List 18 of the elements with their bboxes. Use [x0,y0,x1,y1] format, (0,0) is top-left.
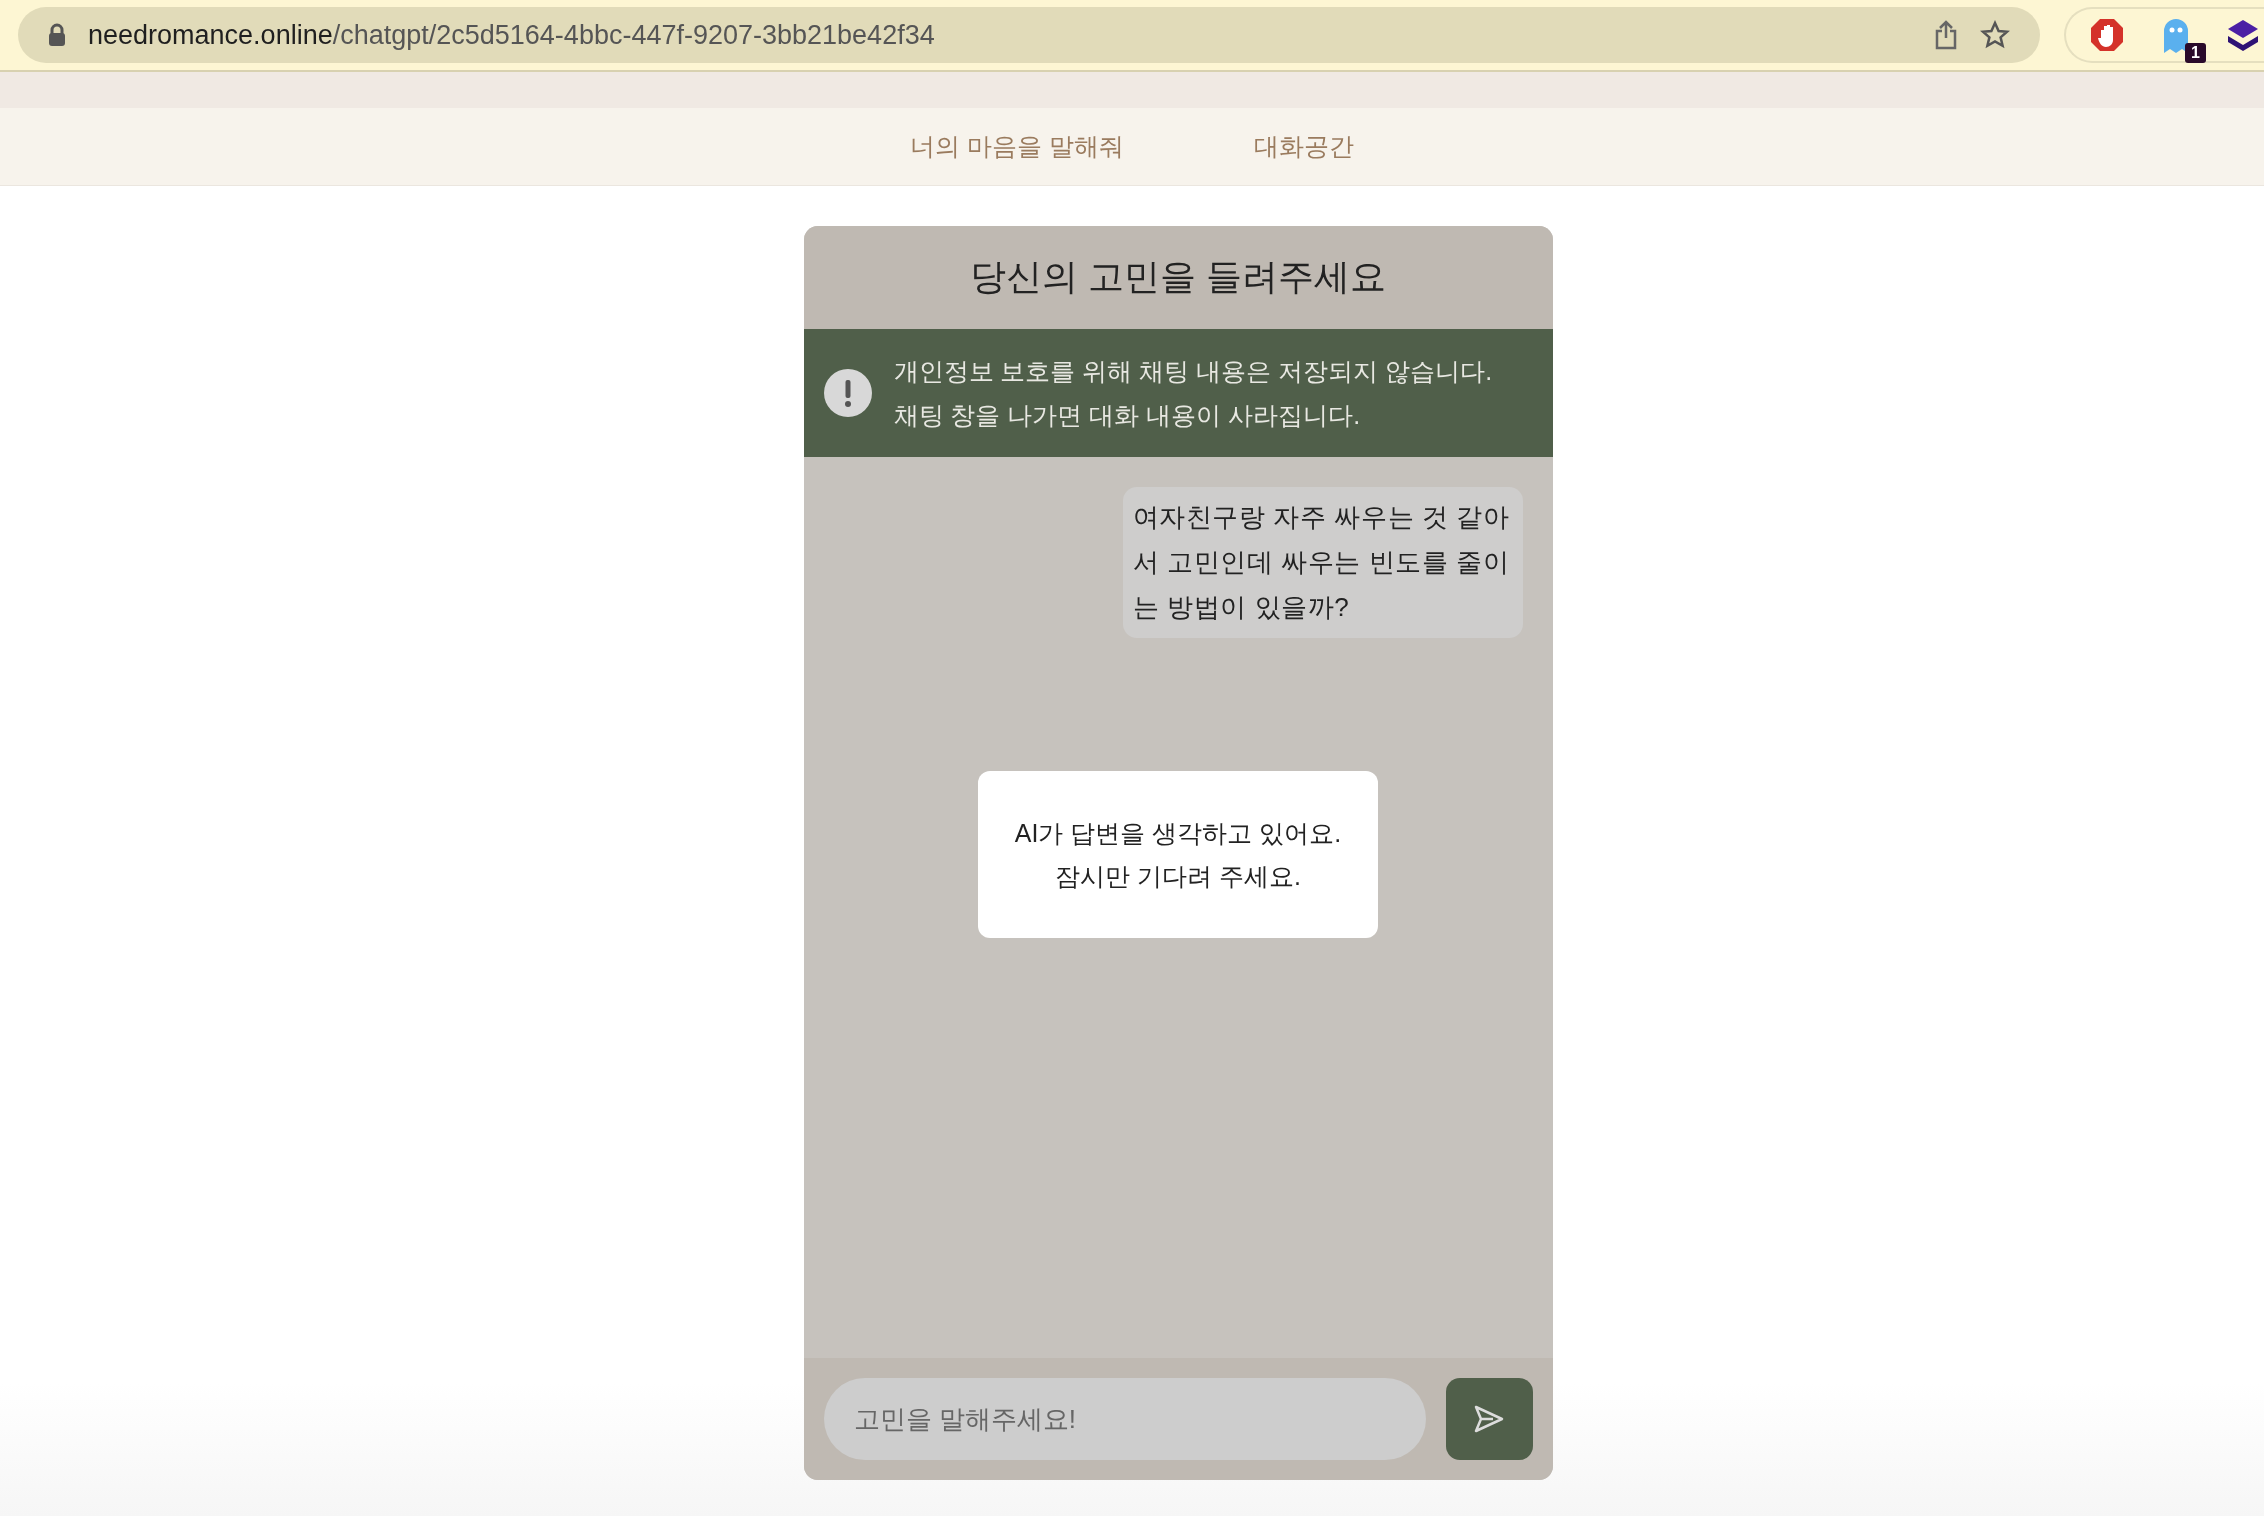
lock-icon [48,23,66,47]
send-icon [1474,1405,1504,1433]
hand-stop-icon[interactable] [2090,18,2124,52]
notice-text: 개인정보 보호를 위해 채팅 내용은 저장되지 않습니다. 채팅 창을 나가면 대화 내용이 사라집니다. [893,356,1493,431]
share-icon[interactable] [1934,20,1958,50]
chat-title: 당신의 고민을 들려주세요 [970,255,1386,299]
send-button[interactable] [1445,1378,1533,1460]
alert-icon [823,369,872,417]
message-input[interactable]: 고민을 말해주세요! [823,1378,1426,1460]
nav-link[interactable]: 대화공간 [1253,130,1354,163]
user-message: 여자친구랑 자주 싸우는 것 같아서 고민인데 싸우는 빈도를 줄이는 방법이 있을까? [1122,487,1523,638]
stack-icon[interactable] [2228,18,2258,52]
bookmark-star-icon[interactable] [1980,20,2010,50]
loading-text: AI가 답변을 생각하고 있어요. 잠시만 기다려 주세요. [1014,817,1342,892]
address-bar[interactable]: needromance.online/chatgpt/2c5d5164-4bbc-447f-9207-3bb21be42f34 [18,7,2040,63]
url-text: needromance.online/chatgpt/2c5d5164-4bbc-447f-9207-3bb21be42f34 [88,19,936,51]
nav-link[interactable]: 너의 마음을 말해줘 [910,130,1124,163]
extension-badge: 1 [2185,43,2206,63]
